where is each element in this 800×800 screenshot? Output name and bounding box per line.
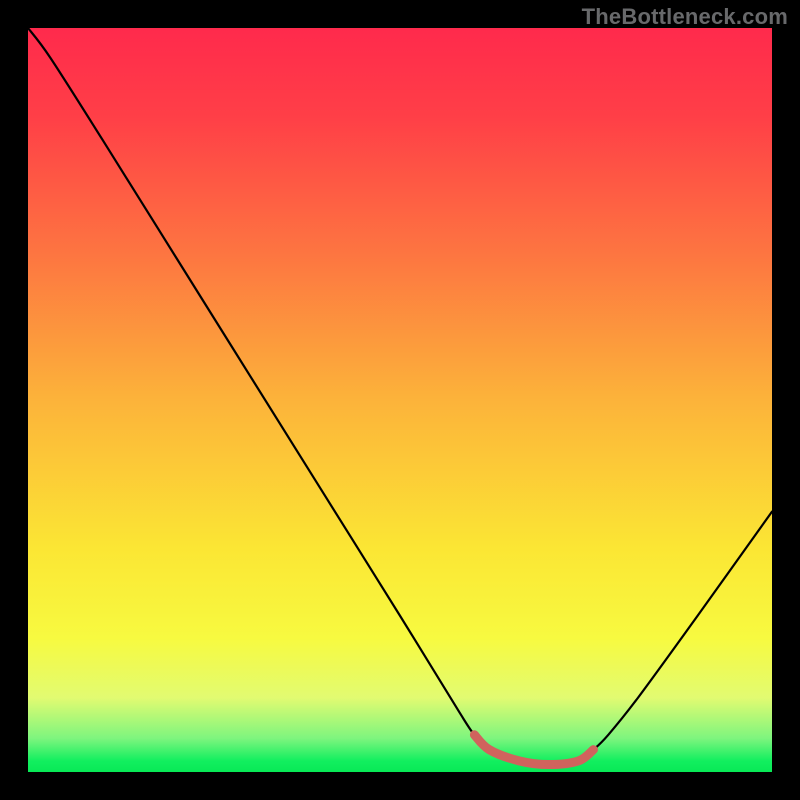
watermark-text: TheBottleneck.com — [582, 4, 788, 30]
gradient-background — [28, 28, 772, 772]
chart-svg — [28, 28, 772, 772]
chart-stage: TheBottleneck.com — [0, 0, 800, 800]
